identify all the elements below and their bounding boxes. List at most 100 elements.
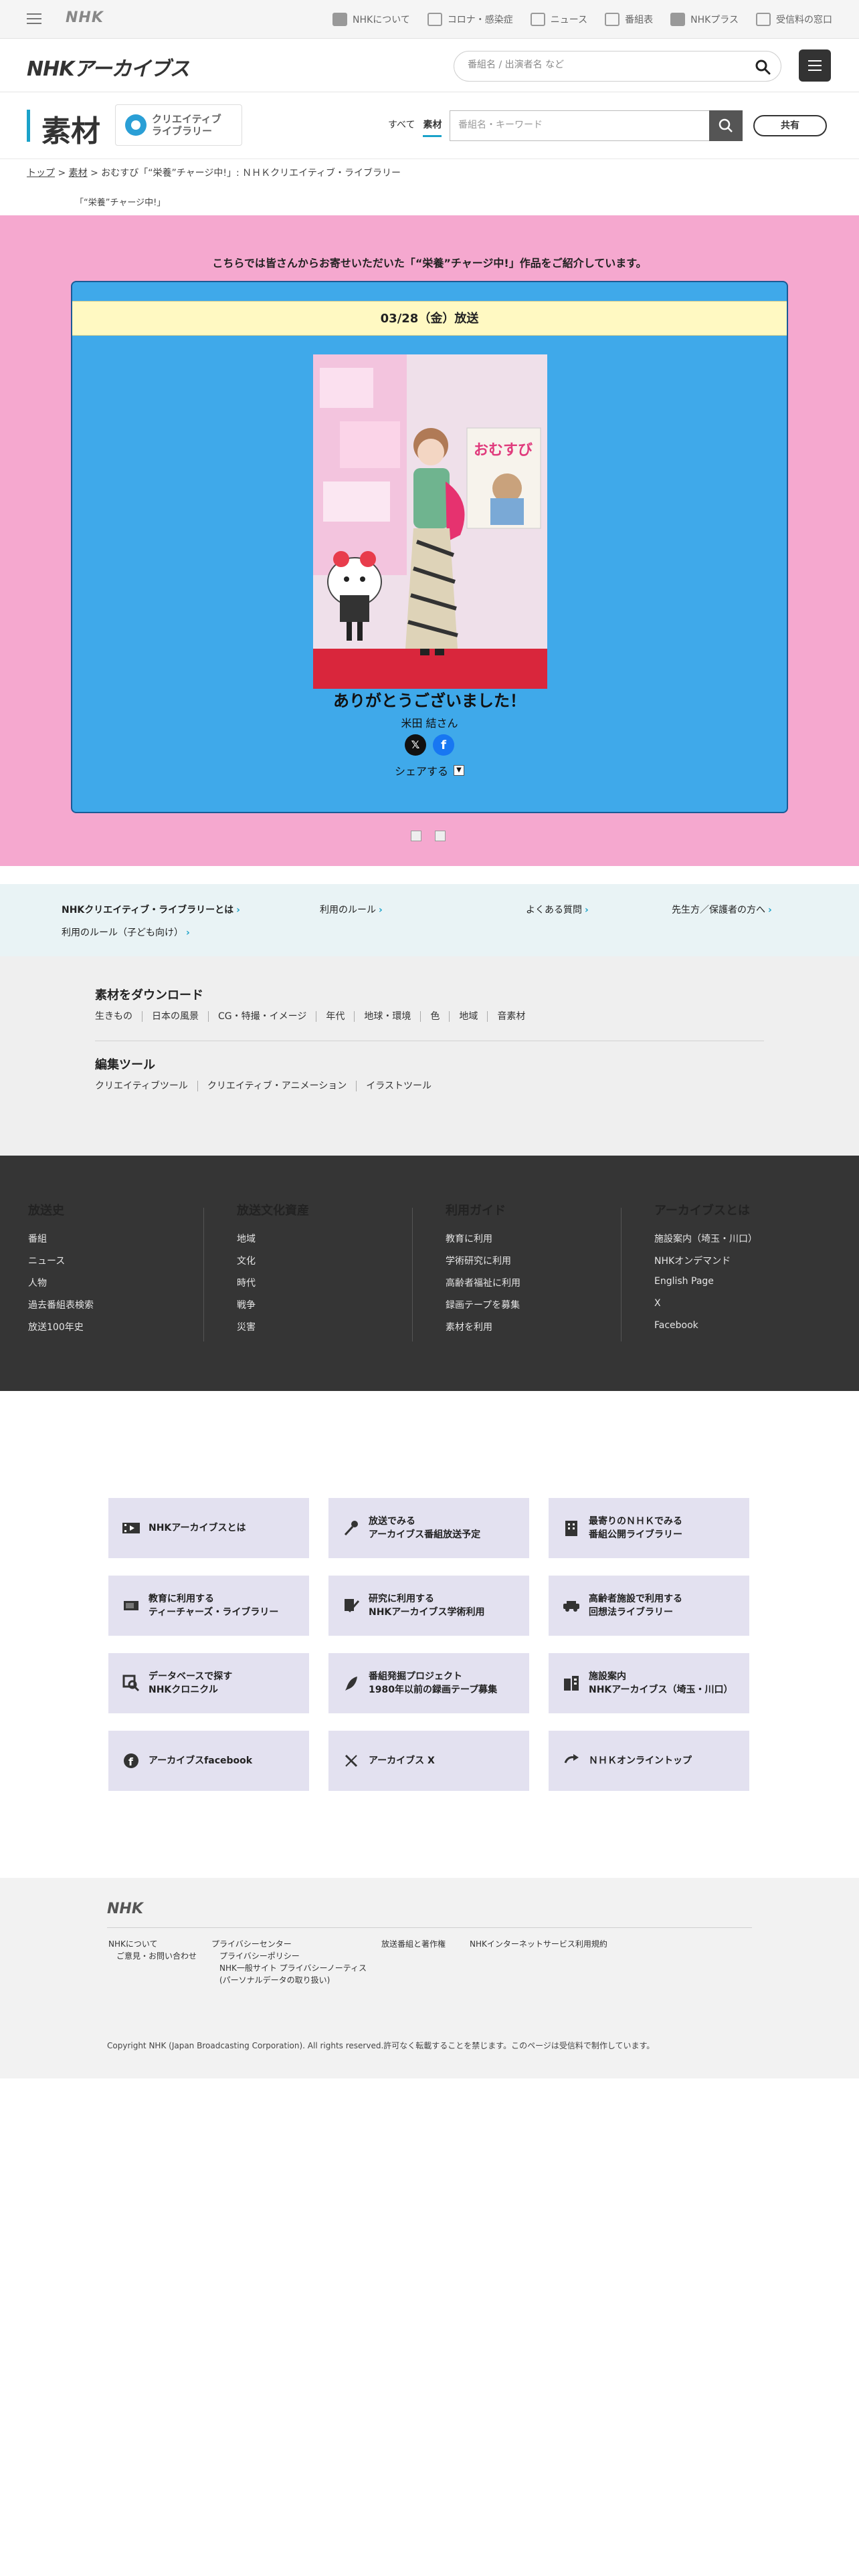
next-page-image-icon[interactable]	[435, 831, 446, 841]
material-search	[450, 110, 710, 141]
prev-page-image-icon[interactable]	[411, 831, 421, 841]
footer-link[interactable]: ニュース	[28, 1254, 94, 1276]
footer-link-terms[interactable]: NHKインターネットサービス利用規約	[470, 1938, 607, 1950]
download-item[interactable]: 地球・環境	[354, 1011, 420, 1022]
footer-link[interactable]: 戦争	[237, 1298, 309, 1320]
tile-tape-project[interactable]: 番組発掘プロジェクト 1980年以前の録画テープ募集	[328, 1653, 529, 1713]
info-link-faq[interactable]: よくある質問 ›	[526, 903, 589, 916]
tile-nhk-online-top[interactable]: ＮＨＫオンライントップ	[549, 1731, 749, 1791]
submission-card: 03/28（金）放送 おむすび ありがとうございました！ 米田 結さん 𝕏 f …	[71, 281, 788, 813]
tile-academic-use[interactable]: 研究に利用する NHKアーカイブス学術利用	[328, 1576, 529, 1636]
top-utility-bar: NHK NHKについて コロナ・感染症 ニュース 番組表 NHKプラス 受信料の…	[0, 0, 859, 39]
tile-label: データベースで探す NHKクロニクル	[149, 1671, 233, 1695]
footer-link[interactable]: 学術研究に利用	[446, 1254, 520, 1276]
tile-archives-about[interactable]: NHKアーカイブスとは	[108, 1498, 309, 1558]
info-link-rules[interactable]: 利用のルール ›	[320, 903, 383, 916]
creative-library-badge[interactable]: クリエイティブ ライブラリー	[115, 104, 242, 146]
footer-link[interactable]: 高齢者福祉に利用	[446, 1276, 520, 1298]
download-item[interactable]: CG・特撮・イメージ	[208, 1011, 316, 1022]
footer-link[interactable]: NHKオンデマンド	[654, 1254, 757, 1276]
nav-nhk-info[interactable]: NHKについて	[332, 13, 410, 26]
footer-link-privacy-center[interactable]: プライバシーセンター プライバシーポリシー NHK一般サイト プライバシーノーテ…	[211, 1938, 367, 1986]
tile-archives-facebook[interactable]: f アーカイブスfacebook	[108, 1731, 309, 1791]
nav-label: 番組表	[625, 15, 654, 25]
info-link-teachers[interactable]: 先生方／保護者の方へ ›	[672, 903, 772, 916]
footer-link[interactable]: 地域	[237, 1232, 309, 1254]
footer-link[interactable]: 番組	[28, 1232, 94, 1254]
facebook-share-icon[interactable]: f	[433, 734, 454, 756]
tile-public-library[interactable]: 最寄りのＮＨＫでみる 番組公開ライブラリー	[549, 1498, 749, 1558]
footer-link[interactable]: 素材を利用	[446, 1320, 520, 1342]
footer-link[interactable]: 過去番組表検索	[28, 1298, 94, 1320]
footer-link[interactable]: 放送100年史	[28, 1320, 94, 1342]
download-item[interactable]: 音素材	[487, 1011, 535, 1022]
nhk-logo[interactable]: NHK	[66, 9, 104, 26]
info-link-rules-kids[interactable]: 利用のルール（子ども向け） ›	[62, 926, 190, 939]
footer-nhk-logo[interactable]: NHK	[107, 1901, 143, 1917]
menu-icon[interactable]	[27, 11, 41, 27]
info-link-label: 利用のルール（子ども向け）	[62, 928, 183, 938]
footer-link[interactable]: 災害	[237, 1320, 309, 1342]
download-item[interactable]: 年代	[316, 1011, 354, 1022]
footer-link[interactable]: 文化	[237, 1254, 309, 1276]
section-title: 素材	[41, 114, 100, 148]
share-button[interactable]: 共有	[753, 115, 827, 136]
footer-link[interactable]: X	[654, 1298, 757, 1320]
tile-nhk-chronicle[interactable]: データベースで探す NHKクロニクル	[108, 1653, 309, 1713]
tile-teachers-library[interactable]: 教育に利用する ティーチャーズ・ライブラリー	[108, 1576, 309, 1636]
tab-all[interactable]: すべて	[388, 118, 415, 137]
tool-item[interactable]: クリエイティブツール	[95, 1081, 197, 1091]
footer-link[interactable]: Facebook	[654, 1320, 757, 1342]
footer-link[interactable]: 教育に利用	[446, 1232, 520, 1254]
share-toggle[interactable]: シェアする ▼	[72, 762, 787, 778]
search-icon[interactable]	[754, 58, 771, 76]
nav-corona[interactable]: コロナ・感染症	[427, 13, 513, 26]
main-menu-button[interactable]	[799, 49, 831, 82]
material-search-button[interactable]	[709, 110, 743, 141]
footer-link[interactable]: 時代	[237, 1276, 309, 1298]
tab-material[interactable]: 素材	[423, 118, 442, 137]
download-item[interactable]: 地域	[449, 1011, 487, 1022]
x-share-icon[interactable]: 𝕏	[405, 734, 426, 756]
info-link-about[interactable]: NHKクリエイティブ・ライブラリーとは ›	[62, 903, 240, 916]
footer-column-heritage: 放送文化資産 地域 文化 時代 戦争 災害	[237, 1201, 309, 1342]
nav-nhk-plus[interactable]: NHKプラス	[670, 13, 739, 26]
footer-link-copyright[interactable]: 放送番組と著作権	[381, 1938, 446, 1950]
archives-logo[interactable]: NHKアーカイブス	[27, 52, 190, 82]
tools-heading: 編集ツール	[95, 1058, 155, 1072]
nav-label: NHKについて	[353, 15, 410, 25]
nav-news[interactable]: ニュース	[530, 13, 587, 26]
footer-link[interactable]: 録画テープを募集	[446, 1298, 520, 1320]
tool-item[interactable]: クリエイティブ・アニメーション	[197, 1081, 356, 1091]
tile-archives-x[interactable]: アーカイブス X	[328, 1731, 529, 1791]
material-search-input[interactable]	[458, 120, 699, 130]
badge-line-1: クリエイティブ	[152, 113, 221, 125]
tile-facility-info[interactable]: 施設案内 NHKアーカイブス（埼玉・川口）	[549, 1653, 749, 1713]
footer-link-about-nhk[interactable]: NHKについて ご意見・お問い合わせ	[108, 1938, 197, 1962]
footer-link[interactable]: 施設案内（埼玉・川口）	[654, 1232, 757, 1254]
tile-broadcast-schedule[interactable]: 放送でみる アーカイブス番組放送予定	[328, 1498, 529, 1558]
tool-item[interactable]: イラストツール	[356, 1081, 441, 1091]
tile-label: アーカイブスfacebook	[149, 1755, 253, 1766]
divider	[412, 1208, 413, 1341]
footer-column-heading: 放送史	[28, 1204, 64, 1218]
breadcrumb-material[interactable]: 素材	[69, 168, 88, 179]
download-item[interactable]: 生きもの	[95, 1011, 142, 1022]
tile-reminiscence-library[interactable]: 高齢者施設で利用する 回想法ライブラリー	[549, 1576, 749, 1636]
film-icon	[122, 1519, 140, 1537]
download-item[interactable]: 日本の風景	[142, 1011, 208, 1022]
footer-link[interactable]: 人物	[28, 1276, 94, 1298]
quill-icon	[342, 1674, 361, 1693]
footer-link[interactable]: English Page	[654, 1276, 757, 1298]
nav-reception[interactable]: 受信料の窓口	[756, 13, 832, 26]
nav-program-table[interactable]: 番組表	[605, 13, 653, 26]
breadcrumb: トップ > 素材 > おむすび「“栄養”チャージ中!」: ＮＨＫクリエイティブ・…	[27, 166, 401, 179]
submission-photo[interactable]: おむすび	[313, 354, 547, 689]
breadcrumb-top[interactable]: トップ	[27, 168, 55, 179]
facebook-icon: f	[122, 1751, 140, 1770]
svg-text:おむすび: おむすび	[474, 442, 533, 459]
return-arrow-icon	[562, 1751, 581, 1770]
tile-label: ＮＨＫオンライントップ	[589, 1755, 692, 1766]
header-search-input[interactable]	[468, 60, 735, 70]
download-item[interactable]: 色	[420, 1011, 449, 1022]
